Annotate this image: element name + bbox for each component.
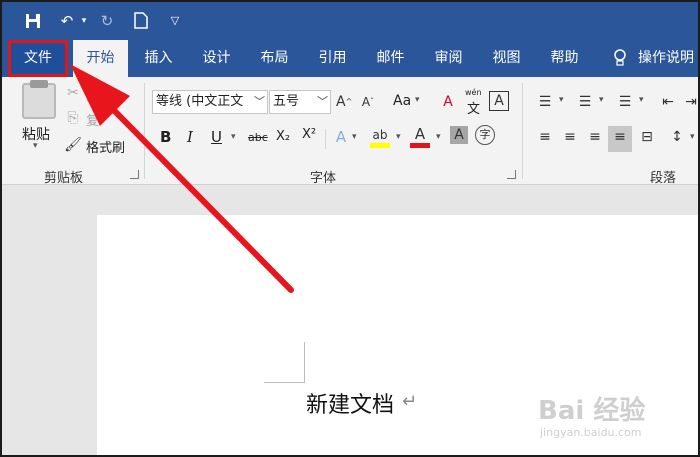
subscript-button[interactable]: X₂ — [276, 129, 290, 144]
word-window: ↶ ▾ ↻ ▽ 文件 开始 插入 设计 布局 引用 邮件 审阅 视图 帮助 操作… — [0, 0, 700, 457]
italic-button[interactable]: I — [187, 128, 193, 146]
increase-indent-icon[interactable]: ⇥ — [682, 91, 698, 113]
align-center-icon[interactable]: ≡ — [559, 126, 581, 148]
document-text[interactable]: 新建文档 — [306, 387, 394, 419]
shrink-font-icon[interactable]: Aˇ — [360, 91, 376, 113]
paragraph-mark-icon: ↵ — [402, 391, 418, 412]
tab-review[interactable]: 审阅 — [421, 40, 476, 77]
group-divider — [144, 83, 145, 179]
change-case-button[interactable]: Aa — [393, 93, 411, 109]
paste-dropdown-icon[interactable]: ▾ — [33, 141, 38, 151]
multilevel-list-icon[interactable]: ☰ — [614, 91, 636, 113]
tab-help[interactable]: 帮助 — [537, 40, 592, 77]
bullets-icon[interactable]: ☰ — [534, 91, 556, 113]
decrease-indent-icon[interactable]: ⇤ — [657, 91, 679, 113]
tab-design[interactable]: 设计 — [189, 40, 244, 77]
undo-icon[interactable]: ↶ — [56, 9, 78, 33]
copy-button[interactable]: 复 — [86, 110, 99, 129]
undo-dropdown-icon[interactable]: ▾ — [78, 9, 90, 33]
font-color-icon[interactable]: A — [410, 123, 430, 145]
numbering-icon[interactable]: ☰ — [574, 91, 596, 113]
paste-clip-icon — [30, 80, 48, 88]
tab-view[interactable]: 视图 — [479, 40, 534, 77]
paragraph-group-label: 段落 — [650, 171, 677, 186]
tab-layout[interactable]: 布局 — [247, 40, 302, 77]
tab-references[interactable]: 引用 — [305, 40, 360, 77]
margin-corner-mark — [264, 382, 305, 383]
underline-button[interactable]: U — [211, 128, 222, 146]
clipboard-launcher-icon[interactable] — [130, 170, 139, 179]
format-painter-icon[interactable]: 🖌 — [64, 134, 82, 156]
chevron-down-icon: ﹀ — [317, 95, 328, 108]
quick-access-toolbar: ↶ ▾ ↻ ▽ — [2, 2, 698, 40]
lightbulb-icon[interactable] — [608, 40, 632, 77]
bold-button[interactable]: B — [160, 128, 171, 146]
save-icon[interactable] — [20, 9, 46, 33]
justify-icon[interactable]: ≡ — [608, 126, 632, 152]
font-divider — [325, 129, 326, 149]
enclose-characters-button[interactable]: 字 — [475, 125, 495, 145]
paste-icon[interactable] — [22, 83, 56, 119]
tab-file[interactable]: 文件 — [8, 40, 68, 77]
margin-corner-mark — [304, 342, 305, 382]
tab-mailings[interactable]: 邮件 — [363, 40, 418, 77]
tell-me-label[interactable]: 操作说明 — [638, 40, 698, 77]
tab-home[interactable]: 开始 — [73, 40, 128, 77]
ribbon-tabs: 文件 开始 插入 设计 布局 引用 邮件 审阅 视图 帮助 操作说明 — [2, 40, 698, 77]
numbering-dropdown-icon[interactable]: ▾ — [599, 95, 604, 105]
font-size-value: 五号 — [273, 94, 300, 109]
font-launcher-icon[interactable] — [507, 170, 516, 179]
text-effects-icon[interactable]: A — [332, 126, 350, 148]
font-name-value: 等线 (中文正文 — [156, 94, 244, 109]
case-dropdown-icon[interactable]: ▾ — [415, 95, 420, 105]
superscript-button[interactable]: X² — [302, 127, 316, 142]
format-painter-button[interactable]: 格式刷 — [86, 137, 125, 156]
ribbon-home: 粘贴 ▾ ✂ 剪切 ⎘ 复 🖌 格式刷 剪贴板 等线 (中文正文 ﹀ 五号 ﹀ … — [2, 77, 698, 186]
new-document-icon[interactable] — [130, 9, 152, 33]
grow-font-icon[interactable]: A^ — [336, 91, 352, 113]
customize-qat-icon[interactable]: ▽ — [166, 9, 184, 33]
watermark-logo: Bai 经验 — [538, 396, 646, 426]
bullets-dropdown-icon[interactable]: ▾ — [559, 95, 564, 105]
line-spacing-icon[interactable]: ↕ — [666, 126, 688, 148]
tab-insert[interactable]: 插入 — [131, 40, 186, 77]
phonetic-guide-char[interactable]: 文 — [467, 98, 480, 117]
character-shading-icon[interactable]: A — [450, 126, 468, 144]
strikethrough-button[interactable]: abc — [248, 131, 268, 144]
align-left-icon[interactable]: ≡ — [534, 126, 556, 148]
redo-icon[interactable]: ↻ — [96, 9, 118, 33]
multilevel-dropdown-icon[interactable]: ▾ — [639, 95, 644, 105]
cut-button[interactable]: 剪切 — [86, 85, 112, 104]
font-color-dropdown-icon[interactable]: ▾ — [436, 132, 441, 142]
phonetic-guide-pinyin[interactable]: wén — [465, 88, 482, 97]
copy-icon[interactable]: ⎘ — [64, 107, 82, 129]
clear-formatting-icon[interactable]: A — [438, 91, 458, 113]
font-name-select[interactable]: 等线 (中文正文 ﹀ — [152, 90, 268, 114]
text-effects-dropdown-icon[interactable]: ▾ — [352, 132, 357, 142]
scissors-icon[interactable]: ✂ — [64, 82, 82, 104]
character-border-icon[interactable]: A — [489, 91, 509, 111]
font-color-bar — [410, 143, 430, 148]
highlight-dropdown-icon[interactable]: ▾ — [396, 132, 401, 142]
watermark-url: jingyan.baidu.com — [540, 426, 642, 439]
font-size-select[interactable]: 五号 ﹀ — [269, 90, 331, 114]
line-spacing-dropdown-icon[interactable]: ▾ — [690, 132, 695, 142]
clipboard-group-label: 剪贴板 — [44, 171, 84, 186]
chevron-down-icon: ﹀ — [254, 95, 265, 108]
align-right-icon[interactable]: ≡ — [584, 126, 606, 148]
highlight-color-bar — [370, 143, 390, 148]
font-group-label: 字体 — [310, 171, 337, 186]
underline-dropdown-icon[interactable]: ▾ — [231, 132, 236, 142]
group-divider — [522, 83, 523, 179]
distributed-icon[interactable]: ⊟ — [636, 126, 658, 148]
